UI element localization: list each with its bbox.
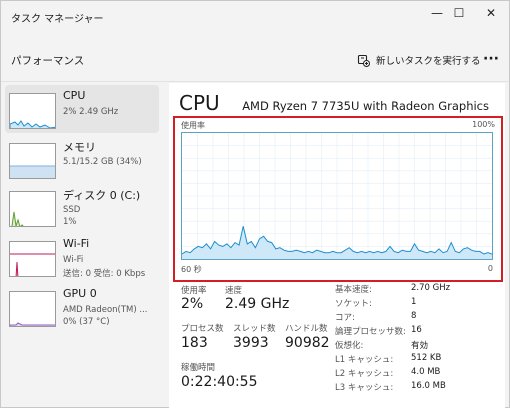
cpu-model: AMD Ryzen 7 7735U with Radeon Graphics (242, 99, 489, 113)
sidebar-item-gpu[interactable]: GPU 0 AMD Radeon(TM) ... 0% (37 °C) (5, 283, 159, 331)
more-options-icon: ··· (483, 51, 499, 67)
spec-value: 512 KB (411, 353, 442, 363)
gpu-thumbnail (9, 291, 56, 327)
sidebar-item-label: Wi-Fi (63, 237, 90, 250)
processes-label: プロセス数 (181, 324, 224, 334)
spec-label: コア: (335, 313, 355, 323)
spec-value: 2.70 GHz (411, 283, 451, 293)
sidebar-item-detail: 5.1/15.2 GB (34%) (63, 157, 142, 167)
spec-value: 1 (411, 297, 417, 307)
cpu-usage-chart (181, 133, 493, 259)
wifi-thumbnail (9, 241, 56, 277)
sidebar-item-wifi[interactable]: Wi-Fi Wi-Fi 送信: 0 受信: 0 Kbps (5, 233, 159, 281)
speed-label: 速度 (225, 286, 243, 296)
spec-value: 有効 (411, 341, 429, 351)
graph-y-max-label: 100% (472, 120, 495, 129)
run-task-icon (357, 54, 370, 67)
sidebar-item-detail: 1% (63, 217, 77, 227)
graph-x-end-label: 0 (487, 264, 493, 273)
uptime-label: 稼働時間 (181, 363, 216, 373)
spec-label: 論理プロセッサ数: (335, 327, 406, 337)
spec-label: L3 キャッシュ: (335, 383, 394, 393)
page-header: パフォーマンス 新しいタスクを実行する ··· (1, 39, 509, 79)
spec-label: L2 キャッシュ: (335, 369, 394, 379)
graph-x-start-label: 60 秒 (181, 265, 202, 274)
sidebar-item-detail: Wi-Fi (63, 255, 84, 265)
cpu-detail-panel: CPU AMD Ryzen 7 7735U with Radeon Graphi… (169, 83, 505, 408)
sidebar-item-cpu[interactable]: CPU 2% 2.49 GHz (5, 85, 159, 133)
close-icon: ✕ (485, 6, 497, 20)
sidebar-item-label: GPU 0 (63, 287, 97, 300)
title-bar[interactable]: タスク マネージャー — ☐ ✕ (1, 1, 509, 31)
cpu-usage-graph (181, 132, 493, 260)
spec-value: 16.0 MB (411, 381, 446, 391)
threads-value: 3993 (233, 335, 269, 351)
spec-value: 4.0 MB (411, 367, 441, 377)
memory-thumbnail (9, 143, 56, 179)
run-new-task-button[interactable]: 新しいタスクを実行する (357, 50, 481, 70)
spec-label: 基本速度: (335, 285, 372, 295)
handles-label: ハンドル数 (285, 324, 328, 334)
uptime-value: 0:22:40:55 (181, 374, 258, 390)
run-new-task-label: 新しいタスクを実行する (376, 56, 481, 67)
header-divider (1, 81, 509, 82)
spec-value: 16 (411, 325, 422, 335)
resource-sidebar: CPU 2% 2.49 GHz メモリ 5.1/15.2 GB (34%) ディ… (5, 83, 159, 408)
graph-y-label: 使用率 (181, 121, 205, 130)
sidebar-item-detail: AMD Radeon(TM) ... (63, 305, 148, 315)
maximize-button[interactable]: ☐ (441, 1, 477, 25)
close-button[interactable]: ✕ (473, 1, 509, 25)
spec-label: ソケット: (335, 299, 372, 309)
usage-label: 使用率 (181, 286, 207, 296)
threads-label: スレッド数 (233, 324, 276, 334)
sidebar-item-detail: 2% 2.49 GHz (63, 107, 119, 117)
more-options-button[interactable]: ··· (481, 49, 501, 69)
window-title: タスク マネージャー (11, 14, 104, 25)
page-title: パフォーマンス (11, 55, 85, 67)
sidebar-item-memory[interactable]: メモリ 5.1/15.2 GB (34%) (5, 135, 159, 183)
sidebar-item-label: メモリ (63, 141, 96, 154)
cpu-usage-graph-highlight: 使用率 100% 60 秒 0 (173, 116, 503, 282)
sidebar-item-label: ディスク 0 (C:) (63, 189, 141, 202)
sidebar-item-detail: SSD (63, 205, 81, 215)
disk-thumbnail (9, 191, 56, 227)
spec-value: 8 (411, 311, 417, 321)
sidebar-item-disk[interactable]: ディスク 0 (C:) SSD 1% (5, 183, 159, 231)
processes-value: 183 (181, 335, 208, 351)
sidebar-item-detail: 0% (37 °C) (63, 317, 110, 327)
spec-label: L1 キャッシュ: (335, 355, 394, 365)
usage-value: 2% (181, 296, 204, 312)
spec-label: 仮想化: (335, 341, 364, 351)
cpu-thumbnail (9, 93, 56, 129)
cpu-title: CPU (179, 91, 220, 115)
sidebar-item-label: CPU (63, 89, 86, 102)
maximize-icon: ☐ (453, 6, 465, 20)
speed-value: 2.49 GHz (225, 296, 290, 312)
sidebar-item-detail: 送信: 0 受信: 0 Kbps (63, 269, 146, 279)
task-manager-window: タスク マネージャー — ☐ ✕ パフォーマンス 新しいタスクを実行する ··· (0, 0, 510, 408)
handles-value: 90982 (285, 335, 330, 351)
